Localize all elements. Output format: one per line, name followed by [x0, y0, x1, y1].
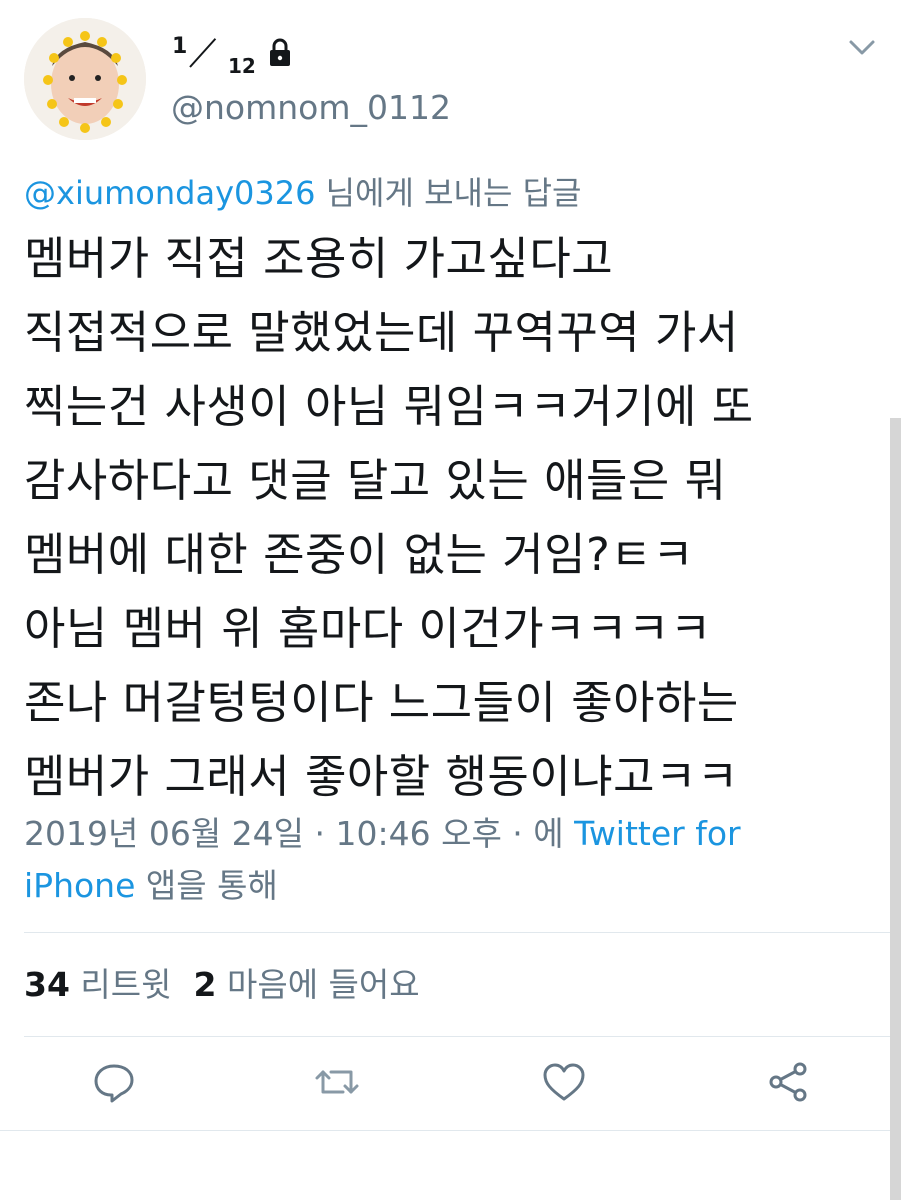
- heart-icon: [543, 1063, 585, 1101]
- likes-stat[interactable]: 2 마음에 들어요: [194, 965, 420, 1004]
- source-link[interactable]: Twitter for: [574, 814, 740, 853]
- reply-button[interactable]: [90, 1058, 138, 1106]
- tweet-text-line: 찍는건 사생이 아님 뭐임ㅋㅋ거기에 또: [24, 380, 754, 433]
- avatar-image: [24, 18, 146, 140]
- share-button[interactable]: [764, 1058, 812, 1106]
- user-handle[interactable]: @nomnom_0112: [171, 88, 451, 127]
- tweet-text-line: 멤버가 그래서 좋아할 행동이냐고ㅋㅋ: [24, 750, 739, 803]
- tweet-stats: 34 리트윗 2 마음에 들어요: [24, 958, 420, 1006]
- display-name[interactable]: 1 12: [168, 24, 468, 82]
- display-name-slash: [189, 38, 217, 68]
- retweets-label: 리트윗: [69, 965, 172, 1004]
- tweet-meta: 2019년 06월 24일 · 10:46 오후 · 에 Twitter for…: [24, 808, 884, 912]
- avatar[interactable]: [24, 18, 146, 140]
- tweet-text-line: 멤버에 대한 존중이 없는 거임?ㅌㅋ: [24, 528, 695, 581]
- share-icon: [769, 1062, 807, 1102]
- chevron-down-icon[interactable]: [848, 38, 876, 58]
- retweet-icon: [315, 1070, 359, 1094]
- reply-icon: [94, 1064, 134, 1103]
- divider: [24, 1036, 901, 1037]
- display-name-numerator: 1: [172, 34, 188, 59]
- tweet-text-line: 감사하다고 댓글 달고 있는 애들은 뭐: [24, 454, 727, 507]
- likes-label: 마음에 들어요: [216, 965, 420, 1004]
- tweet-text-line: 아님 멤버 위 홈마다 이건가ㅋㅋㅋㅋ: [24, 602, 712, 655]
- retweet-button[interactable]: [313, 1058, 361, 1106]
- lock-icon: [270, 38, 290, 66]
- tweet-text-line: 직접적으로 말했었는데 꾸역꾸역 가서: [24, 306, 739, 359]
- reply-mention-link[interactable]: @xiumonday0326: [24, 174, 315, 212]
- tweet-text: 멤버가 직접 조용히 가고싶다고 직접적으로 말했었는데 꾸역꾸역 가서 찍는건…: [24, 222, 884, 814]
- divider: [24, 932, 901, 933]
- likes-count: 2: [193, 965, 217, 1004]
- like-button[interactable]: [540, 1058, 588, 1106]
- retweets-stat[interactable]: 34 리트윗: [24, 965, 172, 1004]
- display-name-denominator: 12: [228, 54, 256, 78]
- timestamp: 2019년 06월 24일 · 10:46 오후 · 에: [24, 814, 575, 853]
- tweet-text-line: 존나 머갈텅텅이다 느그들이 좋아하는: [24, 676, 739, 729]
- reply-context-suffix: 님에게 보내는 답글: [315, 174, 582, 212]
- source-link-continued[interactable]: iPhone: [24, 866, 135, 905]
- tweet-text-line: 멤버가 직접 조용히 가고싶다고: [24, 232, 614, 285]
- retweets-count: 34: [24, 965, 70, 1004]
- source-suffix: 앱을 통해: [135, 866, 278, 905]
- reply-context: @xiumonday0326 님에게 보내는 답글: [24, 168, 581, 214]
- divider: [0, 1130, 901, 1131]
- scrollbar[interactable]: [890, 418, 901, 1200]
